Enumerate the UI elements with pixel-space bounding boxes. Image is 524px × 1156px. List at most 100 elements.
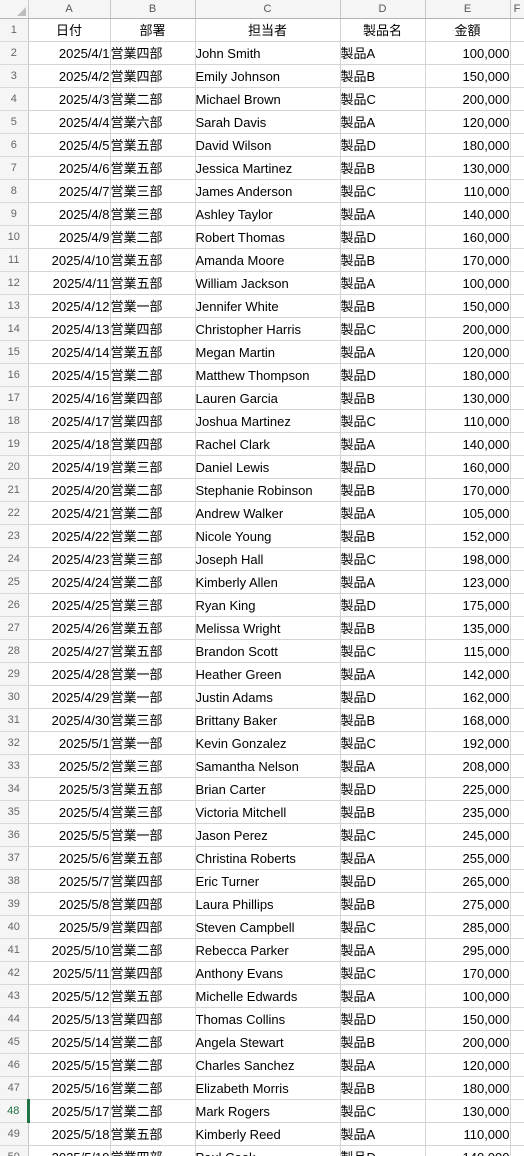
table-row[interactable]: 45 2025/5/14 営業二部 Angela Stewart 製品B 200,000 [0,1030,524,1054]
row-header[interactable]: 8 [0,179,29,203]
amount-cell[interactable]: 100,000 [425,984,511,1008]
product-cell[interactable]: 製品B [340,294,426,318]
amount-cell[interactable]: 168,000 [425,708,511,732]
date-cell[interactable]: 2025/4/10 [28,248,111,272]
department-cell[interactable]: 営業四部 [110,1007,196,1031]
department-cell[interactable]: 営業二部 [110,1099,196,1123]
product-cell[interactable]: 製品A [340,984,426,1008]
date-cell[interactable]: 2025/4/15 [28,363,111,387]
empty-cell[interactable] [510,685,524,709]
department-cell[interactable]: 営業三部 [110,455,196,479]
row-header[interactable]: 16 [0,363,29,387]
person-cell[interactable]: Joshua Martinez [195,409,341,433]
date-cell[interactable]: 2025/4/21 [28,501,111,525]
amount-cell[interactable]: 295,000 [425,938,511,962]
table-row[interactable]: 33 2025/5/2 営業三部 Samantha Nelson 製品A 208,000 [0,754,524,778]
product-cell[interactable]: 製品A [340,754,426,778]
amount-cell[interactable]: 130,000 [425,386,511,410]
table-row[interactable]: 18 2025/4/17 営業四部 Joshua Martinez 製品C 110,000 [0,409,524,433]
department-cell[interactable]: 営業五部 [110,777,196,801]
amount-cell[interactable]: 170,000 [425,248,511,272]
empty-cell[interactable] [510,179,524,203]
empty-cell[interactable] [510,1099,524,1123]
table-row[interactable]: 40 2025/5/9 営業四部 Steven Campbell 製品C 285,000 [0,915,524,939]
amount-cell[interactable]: 200,000 [425,1030,511,1054]
date-cell[interactable]: 2025/4/13 [28,317,111,341]
person-cell[interactable]: Nicole Young [195,524,341,548]
amount-cell[interactable]: 225,000 [425,777,511,801]
empty-cell[interactable] [510,478,524,502]
product-cell[interactable]: 製品A [340,41,426,65]
product-cell[interactable]: 製品D [340,1145,426,1156]
product-cell[interactable]: 製品C [340,87,426,111]
date-cell[interactable]: 2025/4/25 [28,593,111,617]
amount-cell[interactable]: 120,000 [425,110,511,134]
person-cell[interactable]: Megan Martin [195,340,341,364]
person-cell[interactable]: Brian Carter [195,777,341,801]
table-row[interactable]: 42 2025/5/11 営業四部 Anthony Evans 製品C 170,000 [0,961,524,985]
product-cell[interactable]: 製品A [340,1122,426,1146]
product-cell[interactable]: 製品B [340,478,426,502]
table-row[interactable]: 17 2025/4/16 営業四部 Lauren Garcia 製品B 130,000 [0,386,524,410]
amount-cell[interactable]: 192,000 [425,731,511,755]
amount-cell[interactable]: 235,000 [425,800,511,824]
person-cell[interactable]: Rebecca Parker [195,938,341,962]
row-header[interactable]: 46 [0,1053,29,1077]
row-header[interactable]: 39 [0,892,29,916]
product-cell[interactable]: 製品B [340,524,426,548]
date-cell[interactable]: 2025/5/19 [28,1145,111,1156]
person-cell[interactable]: Christina Roberts [195,846,341,870]
table-row[interactable]: 16 2025/4/15 営業二部 Matthew Thompson 製品D 180,00… [0,363,524,387]
person-cell[interactable]: Paul Cook [195,1145,341,1156]
date-cell[interactable]: 2025/5/9 [28,915,111,939]
date-cell[interactable]: 2025/4/7 [28,179,111,203]
person-cell[interactable]: Mark Rogers [195,1099,341,1123]
person-cell[interactable]: Elizabeth Morris [195,1076,341,1100]
date-cell[interactable]: 2025/5/7 [28,869,111,893]
amount-cell[interactable]: 110,000 [425,179,511,203]
person-cell[interactable]: William Jackson [195,271,341,295]
person-cell[interactable]: Jennifer White [195,294,341,318]
table-row[interactable]: 22 2025/4/21 営業二部 Andrew Walker 製品A 105,000 [0,501,524,525]
product-cell[interactable]: 製品C [340,731,426,755]
person-cell[interactable]: Melissa Wright [195,616,341,640]
person-cell[interactable]: Thomas Collins [195,1007,341,1031]
department-cell[interactable]: 営業二部 [110,938,196,962]
date-cell[interactable]: 2025/4/16 [28,386,111,410]
date-cell[interactable]: 2025/5/3 [28,777,111,801]
row-header[interactable]: 9 [0,202,29,226]
person-cell[interactable]: Rachel Clark [195,432,341,456]
product-cell[interactable]: 製品A [340,501,426,525]
empty-cell[interactable] [510,18,524,42]
row-header[interactable]: 35 [0,800,29,824]
date-cell[interactable]: 2025/4/1 [28,41,111,65]
row-header[interactable]: 47 [0,1076,29,1100]
department-cell[interactable]: 営業五部 [110,156,196,180]
empty-cell[interactable] [510,271,524,295]
table-row[interactable]: 34 2025/5/3 営業五部 Brian Carter 製品D 225,000 [0,777,524,801]
amount-cell[interactable]: 170,000 [425,961,511,985]
empty-cell[interactable] [510,363,524,387]
amount-cell[interactable]: 140,000 [425,432,511,456]
empty-cell[interactable] [510,1122,524,1146]
person-cell[interactable]: Jessica Martinez [195,156,341,180]
empty-cell[interactable] [510,1007,524,1031]
amount-cell[interactable]: 120,000 [425,1053,511,1077]
person-cell[interactable]: Michelle Edwards [195,984,341,1008]
date-cell[interactable]: 2025/4/4 [28,110,111,134]
product-cell[interactable]: 製品D [340,1007,426,1031]
table-row[interactable]: 27 2025/4/26 営業五部 Melissa Wright 製品B 135,000 [0,616,524,640]
row-header[interactable]: 36 [0,823,29,847]
table-row[interactable]: 502025/5/19営業四部Paul Cook製品D140,000 [0,1145,524,1156]
person-cell[interactable]: Brittany Baker [195,708,341,732]
product-cell[interactable]: 製品B [340,156,426,180]
table-row[interactable]: 39 2025/5/8 営業四部 Laura Phillips 製品B 275,000 [0,892,524,916]
product-cell[interactable]: 製品A [340,202,426,226]
person-cell[interactable]: Stephanie Robinson [195,478,341,502]
date-cell[interactable]: 2025/4/26 [28,616,111,640]
person-cell[interactable]: Amanda Moore [195,248,341,272]
table-row[interactable]: 36 2025/5/5 営業一部 Jason Perez 製品C 245,000 [0,823,524,847]
date-cell[interactable]: 2025/4/27 [28,639,111,663]
header-cell[interactable]: 日付 [28,18,111,42]
table-row[interactable]: 31 2025/4/30 営業三部 Brittany Baker 製品B 168,000 [0,708,524,732]
